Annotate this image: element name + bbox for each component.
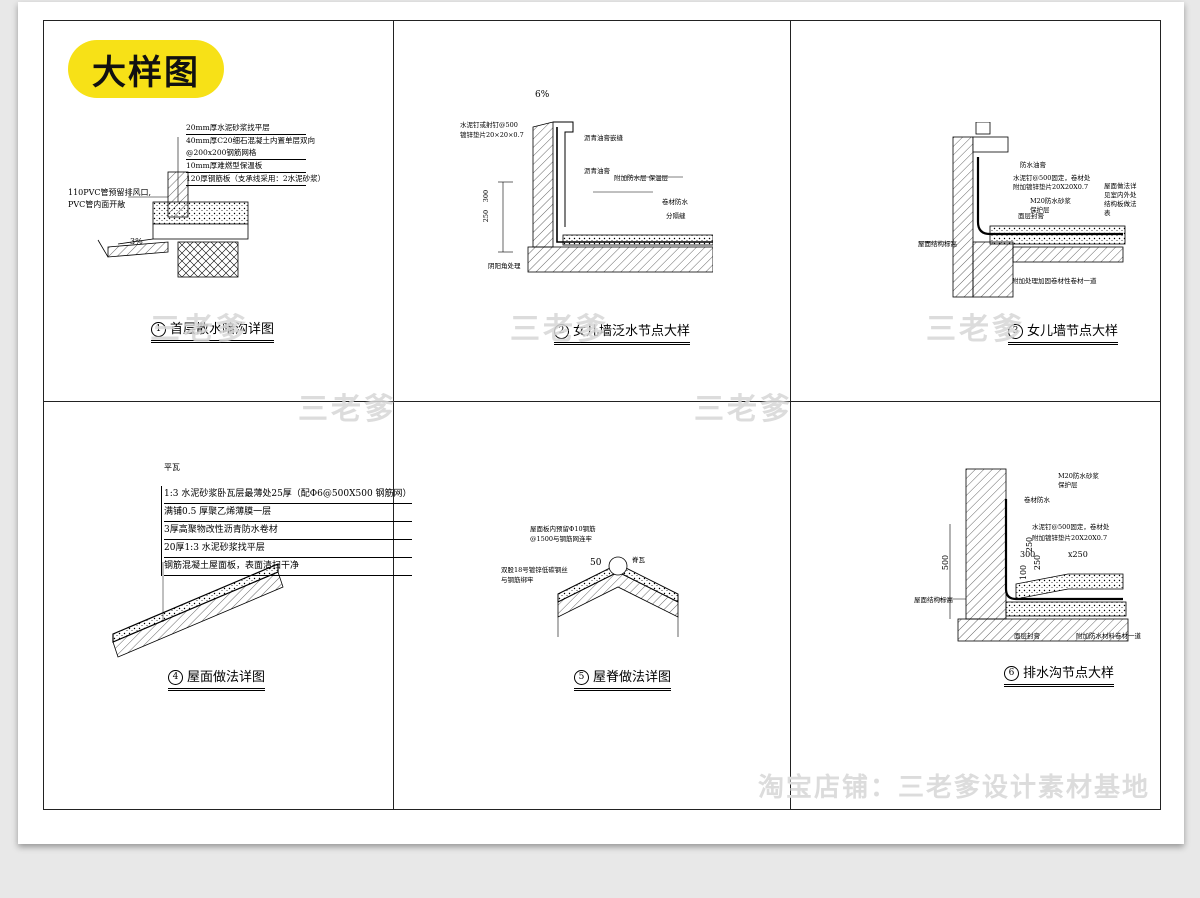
dim-2-1: 300 <box>482 189 491 203</box>
label-3-9: 结构板做法 <box>1104 200 1137 208</box>
label-2-8: 阴阳角处理 <box>488 262 521 270</box>
top-label-4: 平瓦 <box>164 463 180 472</box>
dim-6-5: 300 <box>1020 550 1036 559</box>
panel-number-5: 5 <box>574 670 589 685</box>
detail-drawing-5 <box>557 556 679 637</box>
label-5-4: 与钢筋绑牢 <box>501 576 534 584</box>
panel-number-6: 6 <box>1004 666 1019 681</box>
dim-6-4: 100 <box>1019 564 1029 581</box>
labels-panel-5b: 双股18号镀锌低碳钢丝 与钢筋绑牢 <box>501 565 568 585</box>
panel-number-4: 4 <box>168 670 183 685</box>
label-2-5: 附加防水层 保温层 <box>614 174 669 182</box>
side-note-2: PVC管内面开敞 <box>68 200 126 209</box>
label-3-8: 见室内外处 <box>1104 191 1137 199</box>
label-3-11: 屋面结构标高 <box>918 240 957 248</box>
dim-6-6: x250 <box>1068 550 1088 559</box>
dim-6-1: 500 <box>941 554 951 571</box>
label-3-4: M20防水砂浆 <box>1030 197 1071 205</box>
note-1-5: 120厚钢筋板（支承线采用：2水泥砂浆） <box>186 173 325 186</box>
label-2-2: 镀锌垫片20×20×0.7 <box>460 131 524 139</box>
panel-title-5: 5 屋脊做法详图 <box>574 666 672 691</box>
note-4-4: 20厚1:3 水泥砂浆找平层 <box>164 540 412 558</box>
slope-label-2: 6% <box>535 90 550 100</box>
label-6-3: 卷材防水 <box>1024 496 1050 504</box>
watermark-5: 三老爹 <box>694 392 793 427</box>
watermark-2: 三老爹 <box>510 312 609 347</box>
label-6-8: 附加防水材料卷材一道 <box>1076 632 1141 640</box>
panel-title-text-4: 屋面做法详图 <box>187 670 266 685</box>
label-5-5: 脊瓦 <box>632 556 645 564</box>
label-3-12: 附加处理加固卷材性卷材一道 <box>1012 277 1097 285</box>
label-2-6: 卷材防水 <box>662 198 688 206</box>
section-badge: 大样图 <box>68 40 224 98</box>
label-3-6: 面层封膏 <box>1018 212 1044 220</box>
label-3-3: 附加镀锌垫片20X20X0.7 <box>1013 183 1089 191</box>
watermark-1: 三老爹 <box>150 312 249 347</box>
slope-label-1: 3% <box>130 237 143 246</box>
dim-2-2: 250 <box>482 209 491 223</box>
angle-label-5: 50 <box>590 558 602 568</box>
notes-panel-1: 20mm厚水泥砂浆找平层 40mm厚C20细石混凝土内置单层双向 @200x20… <box>186 122 325 186</box>
note-1-1: 20mm厚水泥砂浆找平层 <box>186 122 306 135</box>
label-5-2: @1500与钢筋网连牢 <box>530 535 593 543</box>
label-6-2: 保护层 <box>1058 481 1078 489</box>
watermark-4: 三老爹 <box>298 392 397 427</box>
label-3-7: 屋面做法详 <box>1104 182 1137 190</box>
side-note-1: 110PVC管预留排风口, <box>68 188 152 197</box>
note-4-1: 1:3 水泥砂浆卧瓦层最薄处25厚（配Φ6@500X500 钢筋网） <box>164 486 412 504</box>
label-3-1: 防水油膏 <box>1020 161 1046 169</box>
label-2-7: 分隔缝 <box>666 212 686 220</box>
panel-title-6: 6 排水沟节点大样 <box>1004 662 1115 687</box>
watermark-3: 三老爹 <box>926 312 1025 347</box>
note-1-2: 40mm厚C20细石混凝土内置单层双向 <box>186 136 316 145</box>
label-5-3: 双股18号镀锌低碳钢丝 <box>501 566 568 574</box>
label-6-6: 屋面结构标高 <box>914 596 953 604</box>
footer-watermark: 淘宝店铺：三老爹设计素材基地 <box>758 773 1151 803</box>
label-2-4: 沥青油膏 <box>584 167 610 175</box>
label-6-5: 附加镀锌垫片20X20X0.7 <box>1032 534 1108 542</box>
label-6-1: M20防水砂浆 <box>1058 472 1099 480</box>
label-5-1: 屋面板内预留Φ10钢筋 <box>530 525 596 533</box>
panel-title-text-3: 女儿墙节点大样 <box>1027 324 1119 339</box>
labels-panel-6a: M20防水砂浆 保护层 <box>1058 472 1099 490</box>
label-6-4: 水泥钉@500固定，卷材处 <box>1032 523 1110 531</box>
grid-divider-h <box>44 401 1160 402</box>
labels-panel-2a: 水泥钉或射钉@500 镀锌垫片20×20×0.7 <box>460 120 524 140</box>
label-3-2: 水泥钉@500固定，卷材处 <box>1013 174 1091 182</box>
note-1-3: @200x200钢筋网格 <box>186 147 306 160</box>
side-notes-panel-1: 110PVC管预留排风口, PVC管内面开敞 <box>68 187 151 211</box>
note-4-3: 3厚高聚物改性沥青防水卷材 <box>164 522 412 540</box>
panel-title-text-6: 排水沟节点大样 <box>1023 666 1115 681</box>
label-6-7: 面层封膏 <box>1014 632 1040 640</box>
panel-title-4: 4 屋面做法详图 <box>168 666 266 691</box>
detail-drawing-4 <box>112 562 284 658</box>
note-1-4: 10mm厚难燃型保温板 <box>186 160 306 173</box>
label-2-3: 沥青油膏嵌缝 <box>584 134 623 142</box>
labels-panel-3c: 屋面做法详 见室内外处 结构板做法 表 <box>1104 182 1137 218</box>
label-2-1: 水泥钉或射钉@500 <box>460 121 518 129</box>
labels-panel-3a: 水泥钉@500固定，卷材处 附加镀锌垫片20X20X0.7 <box>1013 174 1090 192</box>
label-3-10: 表 <box>1104 209 1111 217</box>
note-4-2: 满铺0.5 厚聚乙烯薄膜一层 <box>164 504 412 522</box>
panel-title-text-5: 屋脊做法详图 <box>593 670 672 685</box>
labels-panel-6b: 水泥钉@500固定，卷材处 附加镀锌垫片20X20X0.7 <box>1032 522 1109 544</box>
labels-panel-5a: 屋面板内预留Φ10钢筋 @1500与钢筋网连牢 <box>530 524 596 544</box>
drawing-sheet: 大样图 20mm厚水泥砂浆找平层 40mm厚C20细石混凝土内置单层双向 @20… <box>18 2 1184 844</box>
